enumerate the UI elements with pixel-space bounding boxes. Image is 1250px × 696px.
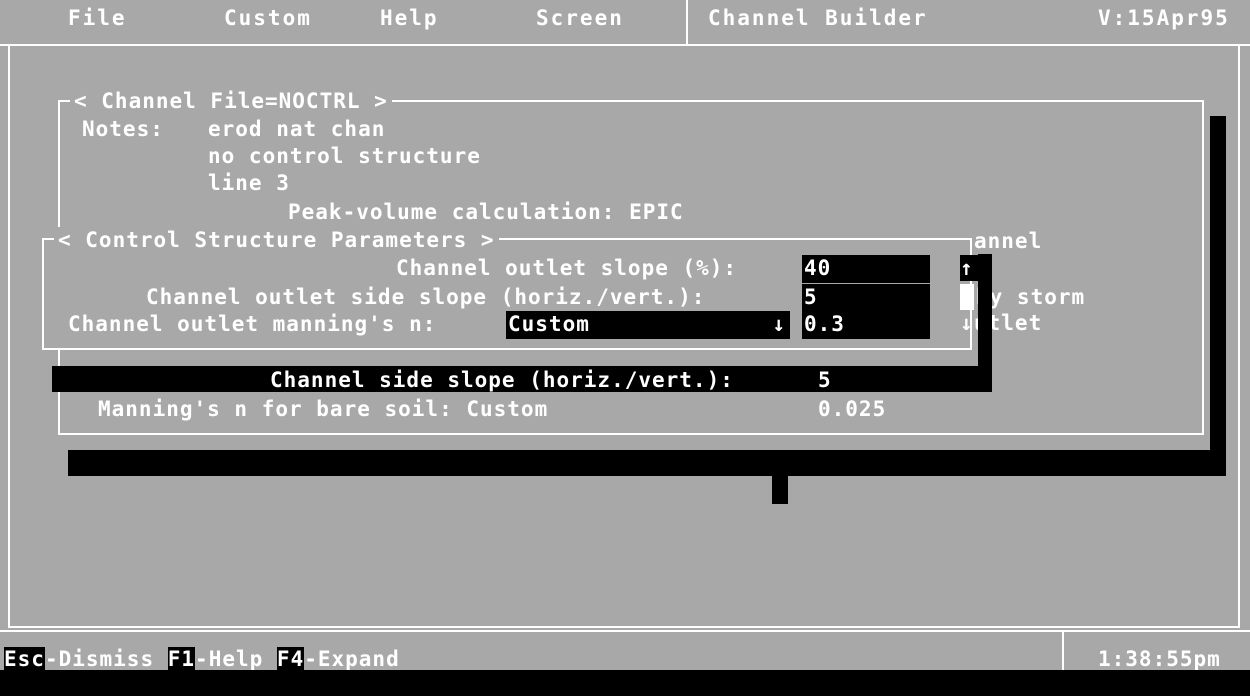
menu-screen[interactable]: Screen — [536, 6, 624, 30]
outlet-side-slope-input[interactable]: 5 — [802, 284, 930, 312]
menu-separator — [686, 0, 688, 44]
bottom-strip — [0, 670, 1250, 696]
f4-text: -Expand — [304, 647, 400, 671]
esc-key: Esc — [4, 647, 45, 671]
side-slope-label: Channel side slope (horiz./vert.): — [270, 368, 734, 392]
menu-bar: File Custom Help Screen Channel Builder … — [0, 0, 1250, 46]
version-label: V:15Apr95 — [1098, 6, 1230, 30]
f4-key: F4 — [276, 647, 305, 671]
outlet-manning-label: Channel outlet manning's n: — [68, 312, 437, 336]
outlet-manning-input[interactable]: 0.3 — [802, 311, 930, 339]
dropdown-arrow-icon[interactable]: ↓ — [772, 311, 786, 337]
side-slope-value[interactable]: 5 — [818, 367, 832, 393]
notes-line-2[interactable]: no control structure — [208, 143, 481, 169]
notes-label: Notes: — [82, 117, 164, 141]
manning-bare-label: Manning's n for bare soil: Custom — [98, 397, 549, 421]
scroll-down-icon[interactable]: ↓ — [960, 310, 974, 336]
menu-custom[interactable]: Custom — [224, 6, 312, 30]
outlet-slope-input[interactable]: 40 — [802, 255, 930, 283]
menu-help[interactable]: Help — [380, 6, 439, 30]
outlet-manning-select[interactable]: Custom ↓ — [506, 311, 790, 339]
outlet-side-slope-label: Channel outlet side slope (horiz./vert.)… — [146, 285, 706, 309]
storm-fragment: by storm — [976, 285, 1086, 309]
control-dialog-title: < Control Structure Parameters > — [54, 227, 499, 253]
channel-dialog-title: < Channel File=NOCTRL > — [70, 88, 392, 114]
scroll-thumb[interactable] — [960, 284, 974, 310]
clock: 1:38:55pm — [1098, 647, 1221, 671]
esc-hint[interactable]: Esc-Dismiss F1-Help F4-Expand — [4, 646, 400, 672]
scroll-up-icon[interactable]: ↑ — [960, 255, 990, 281]
outlet-slope-label: Channel outlet slope (%): — [396, 256, 738, 280]
outlet-manning-select-value: Custom — [508, 312, 590, 336]
notes-line-1[interactable]: erod nat chan — [208, 116, 385, 142]
channel-dialog-shadow-bottom — [68, 450, 1226, 476]
notes-line-3[interactable]: line 3 — [208, 170, 290, 196]
channel-fragment: annel — [974, 229, 1043, 253]
peak-volume-text: Peak-volume calculation: EPIC — [288, 200, 684, 224]
channel-dialog-shadow-tab — [772, 476, 788, 504]
esc-text: -Dismiss — [44, 647, 155, 671]
window-title: Channel Builder — [708, 6, 928, 30]
channel-dialog-shadow — [1210, 116, 1226, 476]
f1-key: F1 — [167, 647, 196, 671]
f1-text: -Help — [195, 647, 264, 671]
menu-file[interactable]: File — [68, 6, 127, 30]
manning-bare-value[interactable]: 0.025 — [818, 396, 886, 422]
status-separator — [1062, 630, 1064, 670]
